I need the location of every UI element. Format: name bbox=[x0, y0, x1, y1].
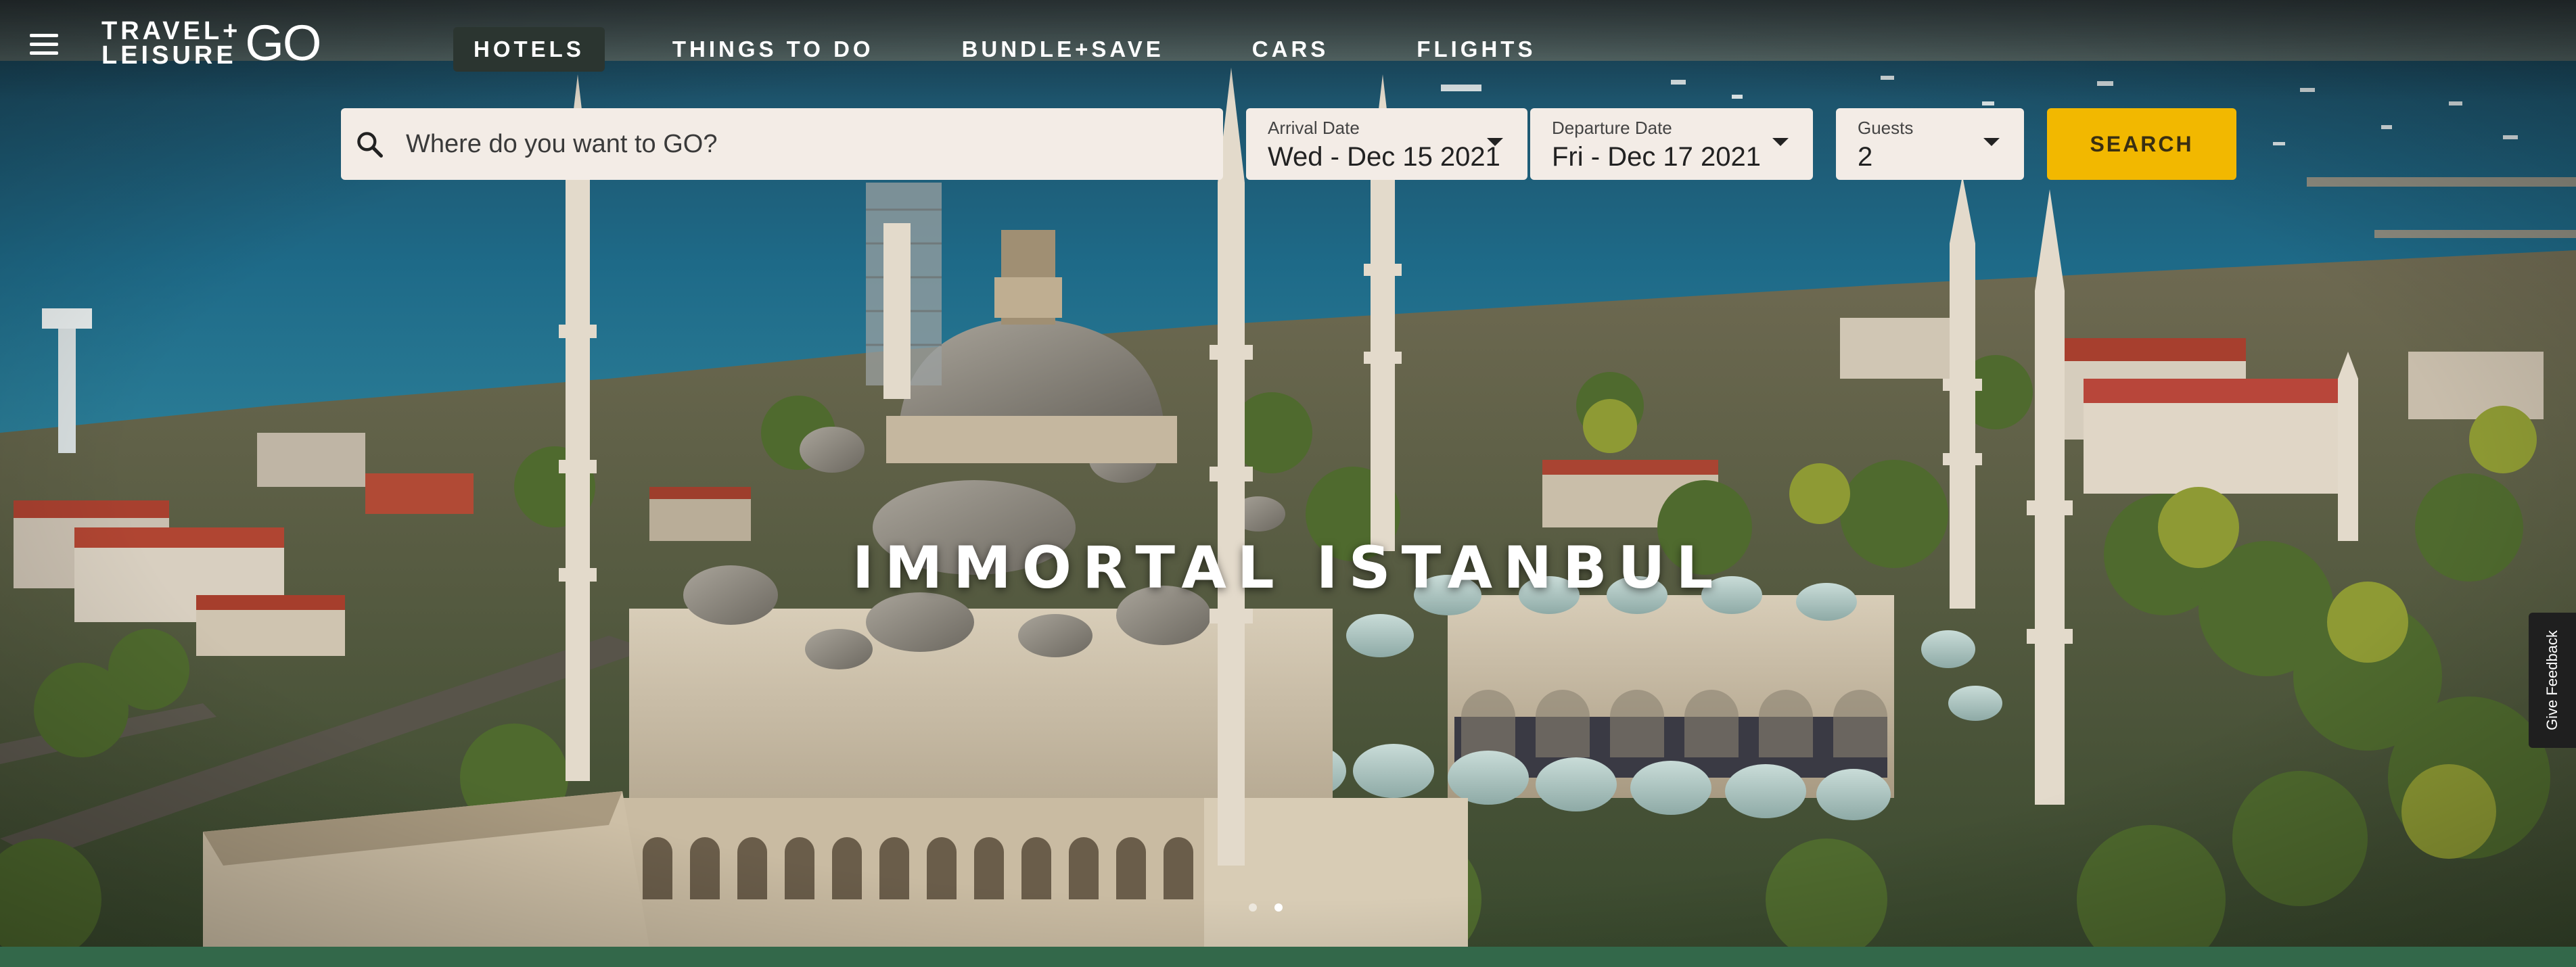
arrival-date-value: Wed - Dec 15 2021 bbox=[1268, 142, 1500, 172]
tab-cars[interactable]: CARS bbox=[1232, 27, 1350, 72]
hero-headline: IMMORTAL ISTANBUL bbox=[852, 534, 1724, 602]
give-feedback-label: Give Feedback bbox=[2544, 630, 2560, 730]
destination-search-input[interactable]: Where do you want to GO? bbox=[341, 108, 1223, 180]
tab-things-to-do[interactable]: THINGS TO DO bbox=[652, 27, 894, 72]
top-navigation: TRAVEL+ LEISURE GO HOTELS THINGS TO DO B… bbox=[0, 0, 2576, 101]
arrival-date-picker[interactable]: Arrival Date Wed - Dec 15 2021 bbox=[1246, 108, 1527, 180]
arrival-date-label: Arrival Date bbox=[1268, 118, 1360, 138]
tab-hotels[interactable]: HOTELS bbox=[453, 27, 605, 72]
search-button[interactable]: SEARCH bbox=[2047, 108, 2236, 180]
hamburger-menu-icon[interactable] bbox=[30, 34, 58, 57]
chevron-down-icon bbox=[1487, 138, 1503, 146]
bottom-band bbox=[0, 947, 2576, 967]
guests-label: Guests bbox=[1858, 118, 1914, 138]
search-icon bbox=[357, 132, 383, 158]
logo-mark: GO bbox=[245, 15, 321, 71]
carousel-dot[interactable] bbox=[1249, 903, 1257, 912]
departure-date-label: Departure Date bbox=[1552, 118, 1672, 138]
departure-date-value: Fri - Dec 17 2021 bbox=[1552, 142, 1762, 172]
departure-date-picker[interactable]: Departure Date Fri - Dec 17 2021 bbox=[1530, 108, 1813, 180]
logo-line-2: LEISURE bbox=[101, 41, 237, 70]
guests-value: 2 bbox=[1858, 142, 1873, 172]
nav-tabs: HOTELS THINGS TO DO BUNDLE+SAVE CARS FLI… bbox=[453, 27, 1603, 72]
travel-leisure-go-logo[interactable]: TRAVEL+ LEISURE GO bbox=[101, 15, 322, 71]
carousel-indicators bbox=[1249, 903, 1300, 912]
tab-flights[interactable]: FLIGHTS bbox=[1396, 27, 1556, 72]
tab-bundle-save[interactable]: BUNDLE+SAVE bbox=[942, 27, 1184, 72]
carousel-dot-active[interactable] bbox=[1274, 903, 1283, 912]
chevron-down-icon bbox=[1983, 138, 2000, 146]
give-feedback-tab[interactable]: Give Feedback bbox=[2529, 613, 2576, 748]
guests-select[interactable]: Guests 2 bbox=[1836, 108, 2024, 180]
destination-placeholder: Where do you want to GO? bbox=[406, 129, 718, 158]
logo-line-1: TRAVEL+ bbox=[101, 17, 242, 45]
chevron-down-icon bbox=[1772, 138, 1789, 146]
